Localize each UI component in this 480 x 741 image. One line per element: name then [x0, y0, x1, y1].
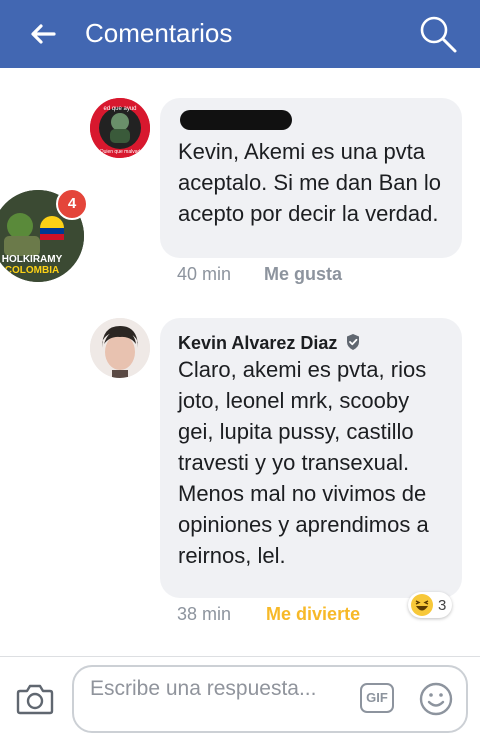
reply-placeholder: Escribe una respuesta... — [90, 677, 317, 700]
page-title: Comentarios — [85, 18, 233, 48]
avatar-image: ed que ayud Quien que malvad — [90, 98, 150, 158]
comment-time: 40 min — [177, 264, 232, 284]
comment-meta: 40 min Me gusta — [177, 264, 342, 285]
comment-time: 38 min — [177, 604, 232, 624]
chat-head-label-top: HOLKIRAMY — [2, 254, 63, 265]
chat-head-label-bottom: COLOMBIA — [5, 265, 59, 276]
avatar[interactable] — [90, 318, 150, 378]
like-button[interactable]: Me gusta — [264, 264, 342, 284]
comment-text: Claro, akemi es pvta, rios joto, leonel … — [178, 357, 429, 568]
avatar[interactable]: ed que ayud Quien que malvad — [90, 98, 150, 158]
notification-badge: 4 — [56, 188, 88, 220]
reaction-button[interactable]: Me divierte — [266, 604, 360, 624]
avatar-caption-bottom: Quien que malvad — [100, 149, 141, 155]
comment-bubble[interactable]: Kevin, Akemi es una pvta aceptalo. Si me… — [160, 98, 462, 258]
search-icon[interactable] — [418, 14, 458, 54]
camera-icon[interactable] — [16, 682, 54, 716]
reaction-summary[interactable]: 3 — [408, 592, 453, 618]
reply-composer: Escribe una respuesta... GIF — [0, 656, 480, 741]
smiley-icon[interactable] — [418, 681, 454, 717]
comment-meta: 38 min Me divierte — [177, 604, 360, 625]
avatar-caption-top: ed que ayud — [103, 106, 136, 112]
verified-badge-icon — [347, 334, 360, 350]
laughing-emoji-icon — [411, 594, 433, 616]
reaction-count: 3 — [438, 596, 447, 614]
comment-author[interactable]: Kevin Alvarez Diaz — [178, 332, 444, 354]
arrow-left-icon[interactable] — [26, 18, 58, 50]
avatar-image — [90, 318, 150, 378]
gif-button[interactable]: GIF — [360, 683, 394, 713]
redacted-author-name — [180, 110, 292, 130]
reply-input[interactable]: Escribe una respuesta... GIF — [72, 665, 468, 733]
comments-list: ed que ayud Quien que malvad Kevin, Akem… — [0, 68, 480, 656]
comment-text: Kevin, Akemi es una pvta aceptalo. Si me… — [178, 139, 441, 226]
app-header: Comentarios — [0, 0, 480, 68]
author-name: Kevin Alvarez Diaz — [178, 333, 338, 353]
comment-bubble[interactable]: Kevin Alvarez Diaz Claro, akemi es pvta,… — [160, 318, 462, 598]
